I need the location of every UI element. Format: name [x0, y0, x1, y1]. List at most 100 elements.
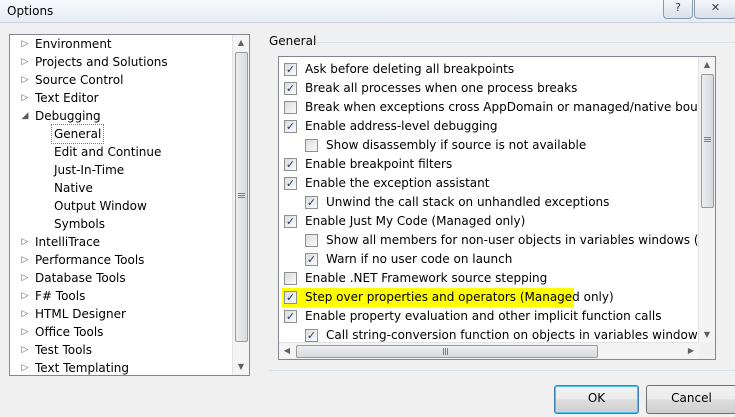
expand-arrow-icon[interactable]: ▷: [20, 89, 30, 107]
tree-item-label: IntelliTrace: [35, 235, 101, 249]
tree-item-symbols[interactable]: Symbols: [10, 215, 232, 233]
tree-item-native[interactable]: Native: [10, 179, 232, 197]
tree-item-label: Native: [54, 181, 93, 195]
checkbox-unchecked[interactable]: [284, 272, 297, 285]
section-heading: General: [269, 34, 317, 48]
scroll-right-icon[interactable]: ▶: [683, 343, 699, 359]
tree-item-label: Office Tools: [35, 325, 104, 339]
tree-item-label: Database Tools: [35, 271, 126, 285]
checkbox-checked[interactable]: ✓: [284, 82, 297, 95]
expand-arrow-icon[interactable]: ▷: [20, 269, 30, 287]
option-label: Step over properties and operators (Mana…: [305, 290, 614, 304]
tree-item-label: Test Tools: [35, 343, 93, 357]
option-row[interactable]: ✓ Break all processes when one process br…: [282, 79, 693, 98]
option-label: Warn if no user code on launch: [326, 252, 513, 266]
tree-item-general[interactable]: General: [10, 124, 232, 144]
checkbox-unchecked[interactable]: [305, 234, 318, 247]
options-vertical-scrollbar[interactable]: ▲ ▼: [698, 57, 715, 343]
option-row[interactable]: ✓ Unwind the call stack on unhandled exce…: [303, 193, 693, 212]
expand-arrow-icon[interactable]: ▷: [20, 251, 30, 269]
expand-arrow-icon[interactable]: ▷: [20, 341, 30, 359]
checkbox-unchecked[interactable]: [284, 101, 297, 114]
tree-item-test-tools[interactable]: ▷ Test Tools: [10, 341, 232, 359]
expand-arrow-icon[interactable]: ▷: [20, 305, 30, 323]
tree-item-projects-and-solutions[interactable]: ▷ Projects and Solutions: [10, 53, 232, 71]
option-row[interactable]: ✓ Enable the exception assistant: [282, 174, 693, 193]
option-label: Break when exceptions cross AppDomain or…: [305, 100, 716, 114]
option-row[interactable]: ✓ Ask before deleting all breakpoints: [282, 60, 693, 79]
checkbox-checked[interactable]: ✓: [305, 329, 318, 342]
section-divider: [316, 42, 735, 43]
help-button[interactable]: ?: [663, 0, 693, 19]
tree-item-label: Environment: [35, 37, 112, 51]
checkbox-checked[interactable]: ✓: [284, 310, 297, 323]
tree-vertical-scrollbar[interactable]: ▲ ▼: [232, 35, 249, 375]
option-row[interactable]: Show disassembly if source is not availa…: [303, 136, 693, 155]
tree-item-label: Text Templating: [35, 361, 130, 375]
scrollbar-thumb[interactable]: [701, 74, 714, 208]
expand-arrow-icon[interactable]: ▷: [20, 53, 30, 71]
checkbox-checked[interactable]: ✓: [284, 158, 297, 171]
close-icon: ✕: [710, 1, 721, 14]
expand-arrow-icon[interactable]: ▷: [20, 359, 30, 375]
tree-item-just-in-time[interactable]: Just-In-Time: [10, 161, 232, 179]
option-row[interactable]: Break when exceptions cross AppDomain or…: [282, 98, 715, 117]
option-label: Enable breakpoint filters: [305, 157, 453, 171]
tree-item-source-control[interactable]: ▷ Source Control: [10, 71, 232, 89]
option-row[interactable]: ✓ Step over properties and operators (Man…: [282, 288, 614, 307]
expand-arrow-icon[interactable]: ▷: [20, 233, 30, 251]
general-options-list[interactable]: ✓ Ask before deleting all breakpoints ✓ Bre…: [278, 56, 716, 360]
ok-button[interactable]: OK: [554, 385, 639, 414]
checkbox-checked[interactable]: ✓: [305, 253, 318, 266]
tree-item-text-templating[interactable]: ▷ Text Templating: [10, 359, 232, 375]
scroll-up-icon[interactable]: ▲: [699, 57, 715, 73]
tree-item-html-designer[interactable]: ▷ HTML Designer: [10, 305, 232, 323]
options-horizontal-scrollbar[interactable]: ◀ ▶: [279, 342, 699, 359]
tree-item-environment[interactable]: ▷ Environment: [10, 35, 232, 53]
tree-item-label: F# Tools: [35, 289, 86, 303]
tree-item-label: Edit and Continue: [54, 145, 162, 159]
scrollbar-thumb[interactable]: [296, 345, 598, 358]
tree-item-output-window[interactable]: Output Window: [10, 197, 232, 215]
option-row[interactable]: ✓ Enable Just My Code (Managed only): [282, 212, 693, 231]
scroll-down-icon[interactable]: ▼: [233, 359, 249, 375]
tree-item-intellitrace[interactable]: ▷ IntelliTrace: [10, 233, 232, 251]
checkbox-checked[interactable]: ✓: [305, 196, 318, 209]
checkbox-checked[interactable]: ✓: [284, 120, 297, 133]
help-icon: ?: [675, 1, 681, 14]
tree-item-performance-tools[interactable]: ▷ Performance Tools: [10, 251, 232, 269]
tree-item-f-tools[interactable]: ▷ F# Tools: [10, 287, 232, 305]
scroll-left-icon[interactable]: ◀: [279, 343, 295, 359]
option-row[interactable]: ✓ Enable breakpoint filters: [282, 155, 693, 174]
tree-item-text-editor[interactable]: ▷ Text Editor: [10, 89, 232, 107]
tree-item-edit-and-continue[interactable]: Edit and Continue: [10, 143, 232, 161]
cancel-button[interactable]: Cancel: [646, 385, 735, 414]
options-tree[interactable]: ▷ Environment ▷ Projects and Solutions ▷ Sour…: [9, 34, 250, 376]
tree-item-database-tools[interactable]: ▷ Database Tools: [10, 269, 232, 287]
option-row[interactable]: ✓ Enable address-level debugging: [282, 117, 693, 136]
scrollbar-thumb[interactable]: [235, 52, 248, 342]
tree-item-office-tools[interactable]: ▷ Office Tools: [10, 323, 232, 341]
expand-arrow-icon[interactable]: ▷: [20, 35, 30, 53]
checkbox-checked[interactable]: ✓: [284, 177, 297, 190]
scroll-up-icon[interactable]: ▲: [233, 35, 249, 51]
checkbox-checked[interactable]: ✓: [284, 63, 297, 76]
checkbox-unchecked[interactable]: [305, 139, 318, 152]
option-row[interactable]: Show all members for non-user objects in…: [303, 231, 715, 250]
expand-arrow-icon[interactable]: ▷: [20, 287, 30, 305]
checkbox-checked[interactable]: ✓: [284, 291, 297, 304]
option-label: Enable the exception assistant: [305, 176, 490, 190]
option-row[interactable]: ✓ Enable property evaluation and other im…: [282, 307, 693, 326]
option-row[interactable]: ✓ Warn if no user code on launch: [303, 250, 693, 269]
expand-arrow-icon[interactable]: ▷: [20, 71, 30, 89]
expand-arrow-icon[interactable]: ▷: [20, 323, 30, 341]
title-bar: Options ? ✕: [0, 0, 735, 23]
checkbox-checked[interactable]: ✓: [284, 215, 297, 228]
collapse-arrow-icon[interactable]: ◢: [20, 107, 30, 125]
tree-item-label: Text Editor: [35, 91, 99, 105]
tree-item-debugging[interactable]: ◢ Debugging: [10, 107, 232, 125]
close-button[interactable]: ✕: [694, 0, 735, 19]
scroll-down-icon[interactable]: ▼: [699, 327, 715, 343]
option-label: Show all members for non-user objects in…: [326, 233, 716, 247]
option-row[interactable]: Enable .NET Framework source stepping: [282, 269, 693, 288]
